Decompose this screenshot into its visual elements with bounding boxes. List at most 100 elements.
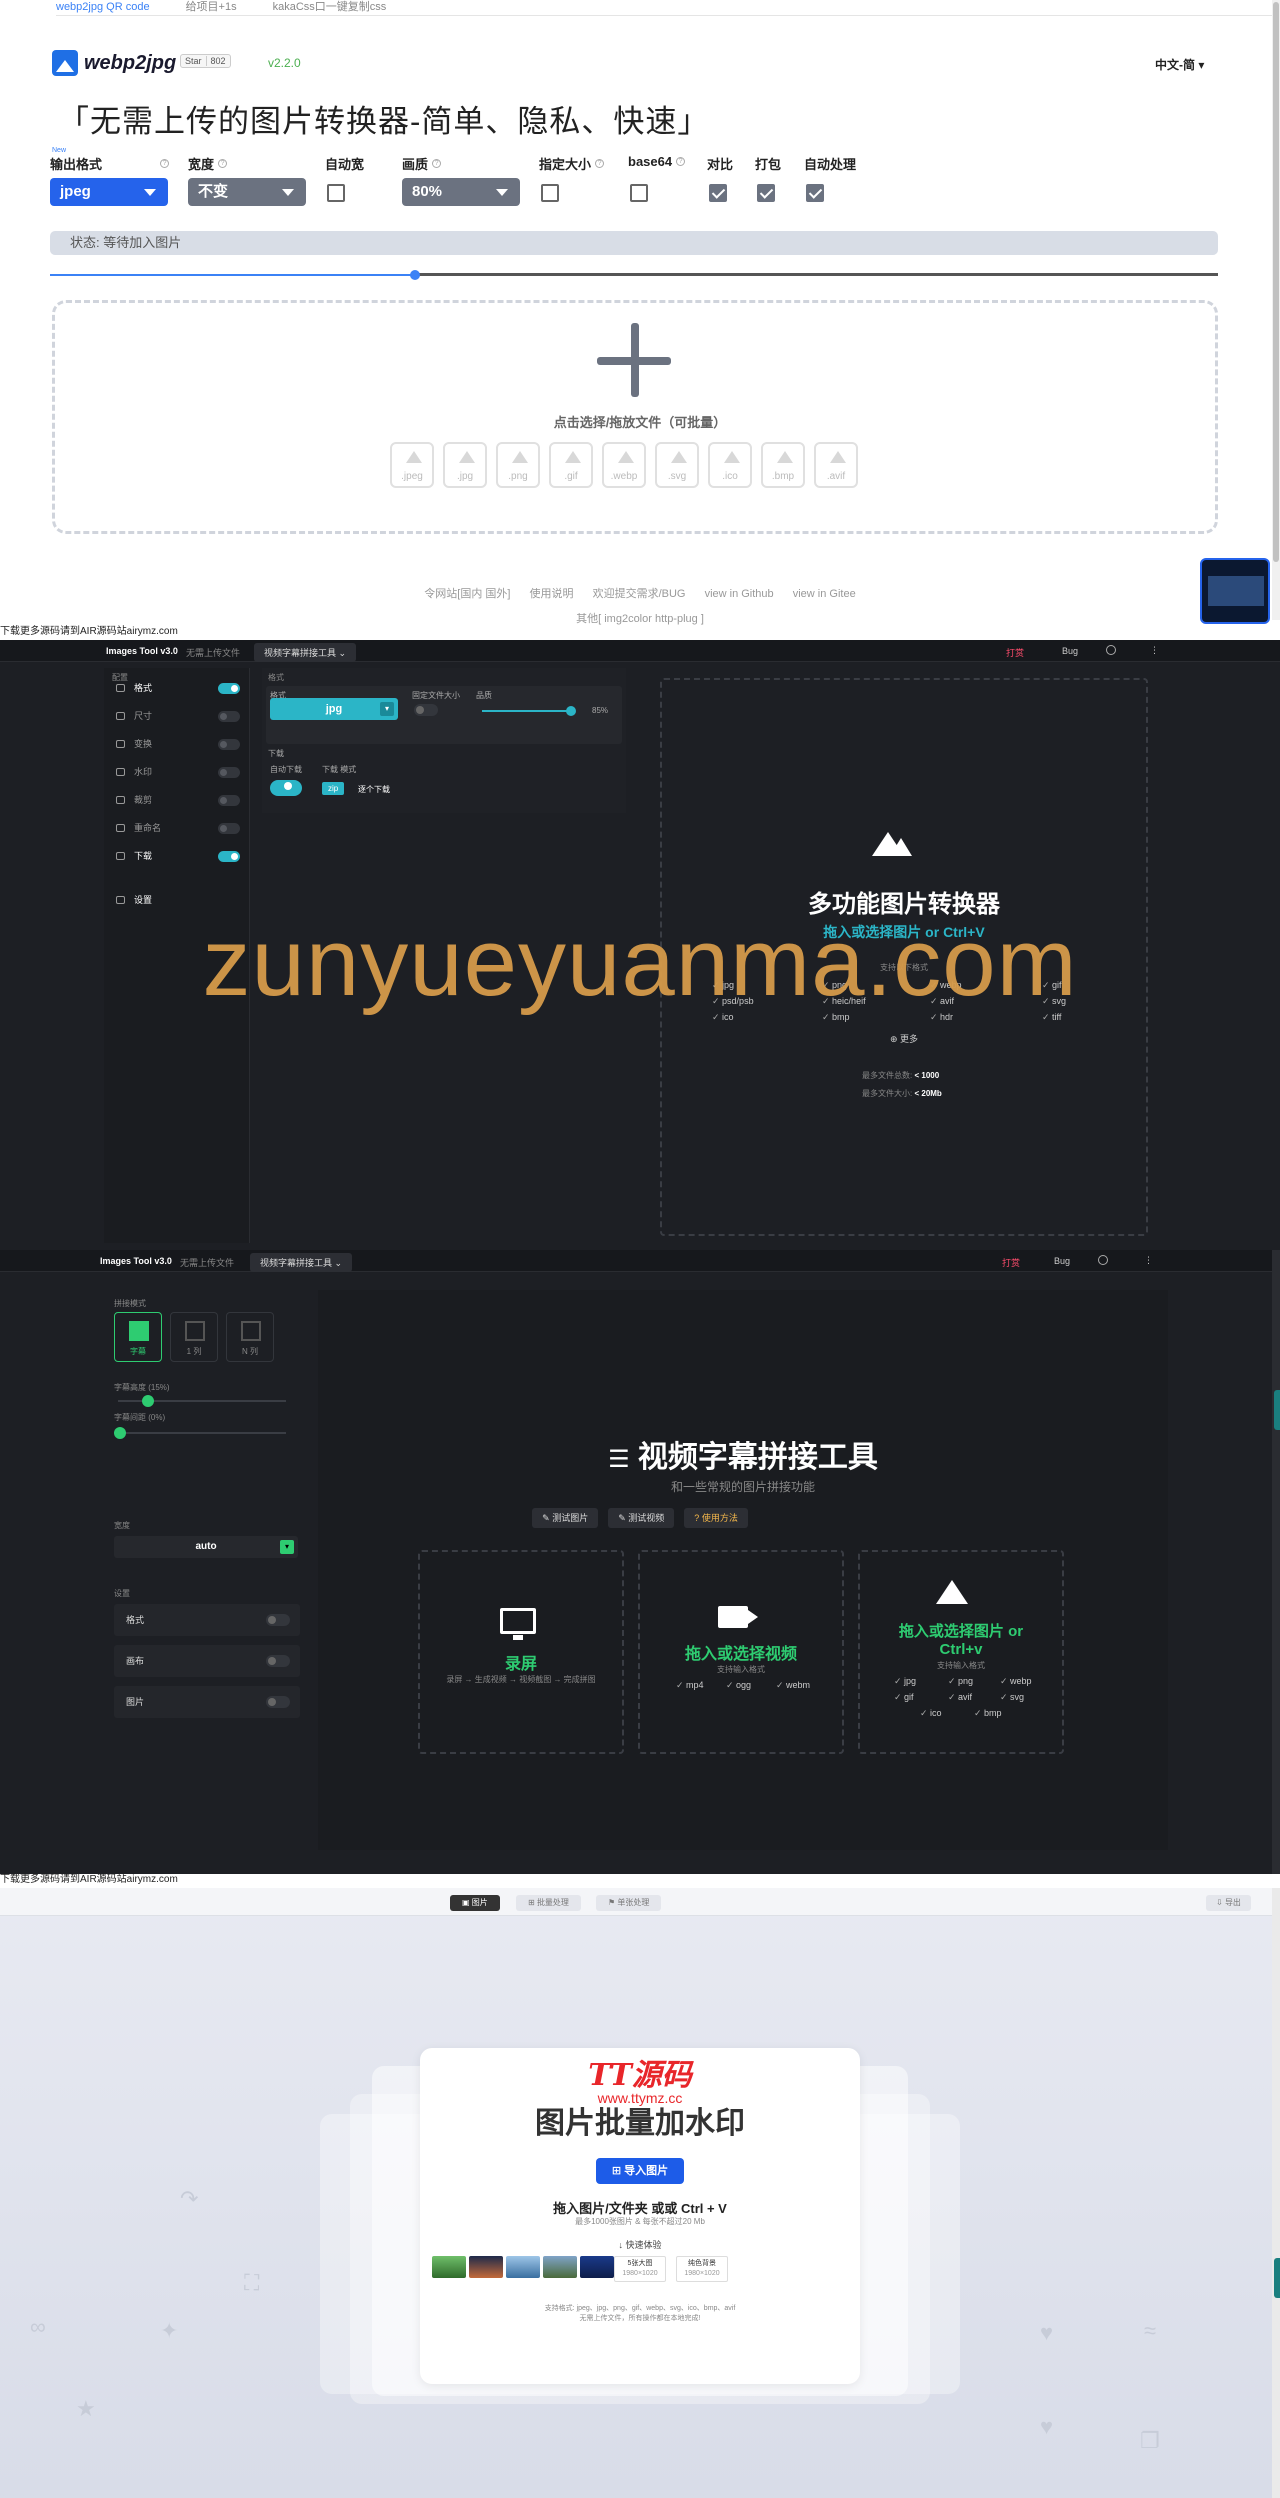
github-star-button[interactable]: Star 802 — [180, 54, 231, 68]
sidebar-item-crop[interactable]: 裁剪 — [114, 790, 244, 810]
sidebar-item-format[interactable]: 格式 — [114, 678, 244, 698]
more-formats-button[interactable]: ⊕ 更多 — [660, 1032, 1148, 1045]
width-label: 宽度 — [188, 157, 215, 172]
auto-download-toggle[interactable] — [270, 780, 302, 796]
help-icon[interactable]: ? — [432, 159, 442, 168]
format-toggle[interactable] — [266, 1614, 290, 1626]
sidebar-item-settings[interactable]: 设置 — [114, 890, 244, 910]
mode-one-column[interactable]: 1 列 — [170, 1312, 218, 1362]
download-toggle[interactable] — [218, 851, 240, 862]
preset-solid-background[interactable]: 纯色背景 1980×1020 — [676, 2256, 728, 2282]
record-card[interactable]: 录屏 录屏 → 生成视频 → 视频截图 → 完成拼图 — [418, 1550, 624, 1754]
image-card[interactable]: 拖入或选择图片 or Ctrl+v 支持输入格式 jpg png webp gi… — [858, 1550, 1064, 1754]
kakacss-link[interactable]: kakaCss口一键复制css — [273, 0, 387, 15]
usage-link[interactable]: 使用说明 — [530, 588, 574, 600]
export-button[interactable]: ⇩ 导出 — [1206, 1895, 1251, 1911]
sidebar-item-download[interactable]: 下载 — [114, 846, 244, 866]
github-link[interactable]: view in Github — [705, 588, 774, 600]
sidebar-item-watermark[interactable]: 水印 — [114, 762, 244, 782]
fixed-size-toggle[interactable] — [414, 704, 438, 716]
rename-toggle[interactable] — [218, 823, 240, 834]
test-video-button[interactable]: ✎ 测试视频 — [608, 1508, 675, 1528]
tab-batch[interactable]: ⊞ 批量处理 — [516, 1895, 581, 1911]
pack-checkbox[interactable] — [757, 184, 775, 202]
brand-logo[interactable]: webp2jpg — [52, 50, 176, 76]
more-icon[interactable]: ⋮ — [1144, 1255, 1153, 1266]
settings-image-row[interactable]: 图片 — [114, 1686, 300, 1718]
quality-slider[interactable] — [482, 706, 576, 716]
help-icon[interactable]: ? — [160, 159, 170, 168]
github-icon[interactable] — [1098, 1255, 1108, 1265]
github-icon[interactable] — [1106, 645, 1116, 655]
bug-button[interactable]: Bug — [1062, 646, 1078, 656]
sample-image[interactable] — [432, 2256, 466, 2278]
language-select[interactable]: 中文-简 ▾ — [1155, 56, 1204, 73]
feedback-link[interactable]: 欢迎提交需求/BUG — [593, 588, 686, 600]
sample-image[interactable] — [580, 2256, 614, 2278]
sponsor-button[interactable]: 打赏 — [1006, 646, 1024, 659]
more-icon[interactable]: ⋮ — [1150, 645, 1159, 656]
width-select[interactable]: 不变 — [188, 178, 306, 206]
video-card[interactable]: 拖入或选择视频 支持输入格式 mp4 ogg webm — [638, 1550, 844, 1754]
transform-toggle[interactable] — [218, 739, 240, 750]
compare-slider[interactable] — [50, 270, 1218, 280]
gitee-link[interactable]: view in Gitee — [793, 588, 856, 600]
canvas-toggle[interactable] — [266, 1655, 290, 1667]
tool-menu[interactable]: 视频字幕拼接工具 ⌄ — [250, 1253, 353, 1272]
help-icon[interactable]: ? — [595, 159, 605, 168]
tab-image[interactable]: ▣ 图片 — [450, 1895, 500, 1911]
sample-image[interactable] — [469, 2256, 503, 2278]
settings-format-row[interactable]: 格式 — [114, 1604, 300, 1636]
footer-other[interactable]: 其他[ img2color http-plug ] — [0, 610, 1280, 626]
demo-buttons: ✎ 测试图片 ✎ 测试视频 ? 使用方法 — [0, 1508, 1280, 1528]
settings-canvas-row[interactable]: 画布 — [114, 1645, 300, 1677]
compare-checkbox[interactable] — [709, 184, 727, 202]
base64-checkbox[interactable] — [630, 184, 648, 202]
sponsor-button[interactable]: 打赏 — [1002, 1256, 1020, 1269]
add-plus-icon[interactable] — [597, 323, 671, 397]
usage-button[interactable]: ? 使用方法 — [684, 1508, 748, 1528]
size-toggle[interactable] — [218, 711, 240, 722]
help-icon[interactable]: ? — [676, 157, 686, 166]
sidebar-item-transform[interactable]: 变换 — [114, 734, 244, 754]
test-image-button[interactable]: ✎ 测试图片 — [532, 1508, 599, 1528]
side-badge[interactable] — [1274, 2258, 1280, 2298]
format-select[interactable]: jpeg — [50, 178, 168, 206]
crop-toggle[interactable] — [218, 795, 240, 806]
scrollbar[interactable] — [1272, 1888, 1280, 2498]
preset-big-images[interactable]: 5张大图 1980×1020 — [614, 2256, 666, 2282]
promo-thumbnail[interactable] — [1200, 558, 1270, 624]
scrollbar[interactable] — [1272, 1250, 1280, 1874]
site-link[interactable]: 令网站[国内 国外] — [424, 588, 510, 600]
side-badge[interactable] — [1274, 1390, 1280, 1430]
import-images-button[interactable]: ⊞ 导入图片 — [596, 2158, 684, 2184]
plus-one-link[interactable]: 给项目+1s — [186, 0, 237, 15]
subtitle-spacing-slider[interactable] — [114, 1427, 286, 1439]
record-steps: 录屏 → 生成视频 → 视频截图 → 完成拼图 — [446, 1675, 596, 1684]
sidebar-item-size[interactable]: 尺寸 — [114, 706, 244, 726]
scrollbar[interactable] — [1272, 0, 1280, 620]
help-icon[interactable]: ? — [218, 159, 228, 168]
quality-select[interactable]: 80% — [402, 178, 520, 206]
format-select[interactable]: jpg ▾ — [270, 698, 398, 720]
mode-subtitle[interactable]: 字幕 — [114, 1312, 162, 1362]
format-toggle[interactable] — [218, 683, 240, 694]
autowidth-checkbox[interactable] — [327, 184, 345, 202]
tab-single[interactable]: ⚑ 单张处理 — [596, 1895, 662, 1911]
auto-process-checkbox[interactable] — [806, 184, 824, 202]
single-download-option[interactable]: 逐个下载 — [358, 784, 390, 795]
sample-image[interactable] — [506, 2256, 540, 2278]
slider-handle[interactable] — [410, 270, 420, 280]
size-checkbox[interactable] — [541, 184, 559, 202]
width-select[interactable]: auto ▾ — [114, 1536, 298, 1558]
tool-menu[interactable]: 视频字幕拼接工具 ⌄ — [254, 643, 357, 662]
zip-option[interactable]: zip — [322, 782, 345, 795]
sidebar-item-rename[interactable]: 重命名 — [114, 818, 244, 838]
watermark-toggle[interactable] — [218, 767, 240, 778]
subtitle-height-slider[interactable] — [118, 1395, 286, 1407]
mode-n-columns[interactable]: N 列 — [226, 1312, 274, 1362]
qr-code-link[interactable]: webp2jpg QR code — [56, 0, 150, 15]
sample-image[interactable] — [543, 2256, 577, 2278]
image-toggle[interactable] — [266, 1696, 290, 1708]
bug-button[interactable]: Bug — [1054, 1256, 1070, 1266]
